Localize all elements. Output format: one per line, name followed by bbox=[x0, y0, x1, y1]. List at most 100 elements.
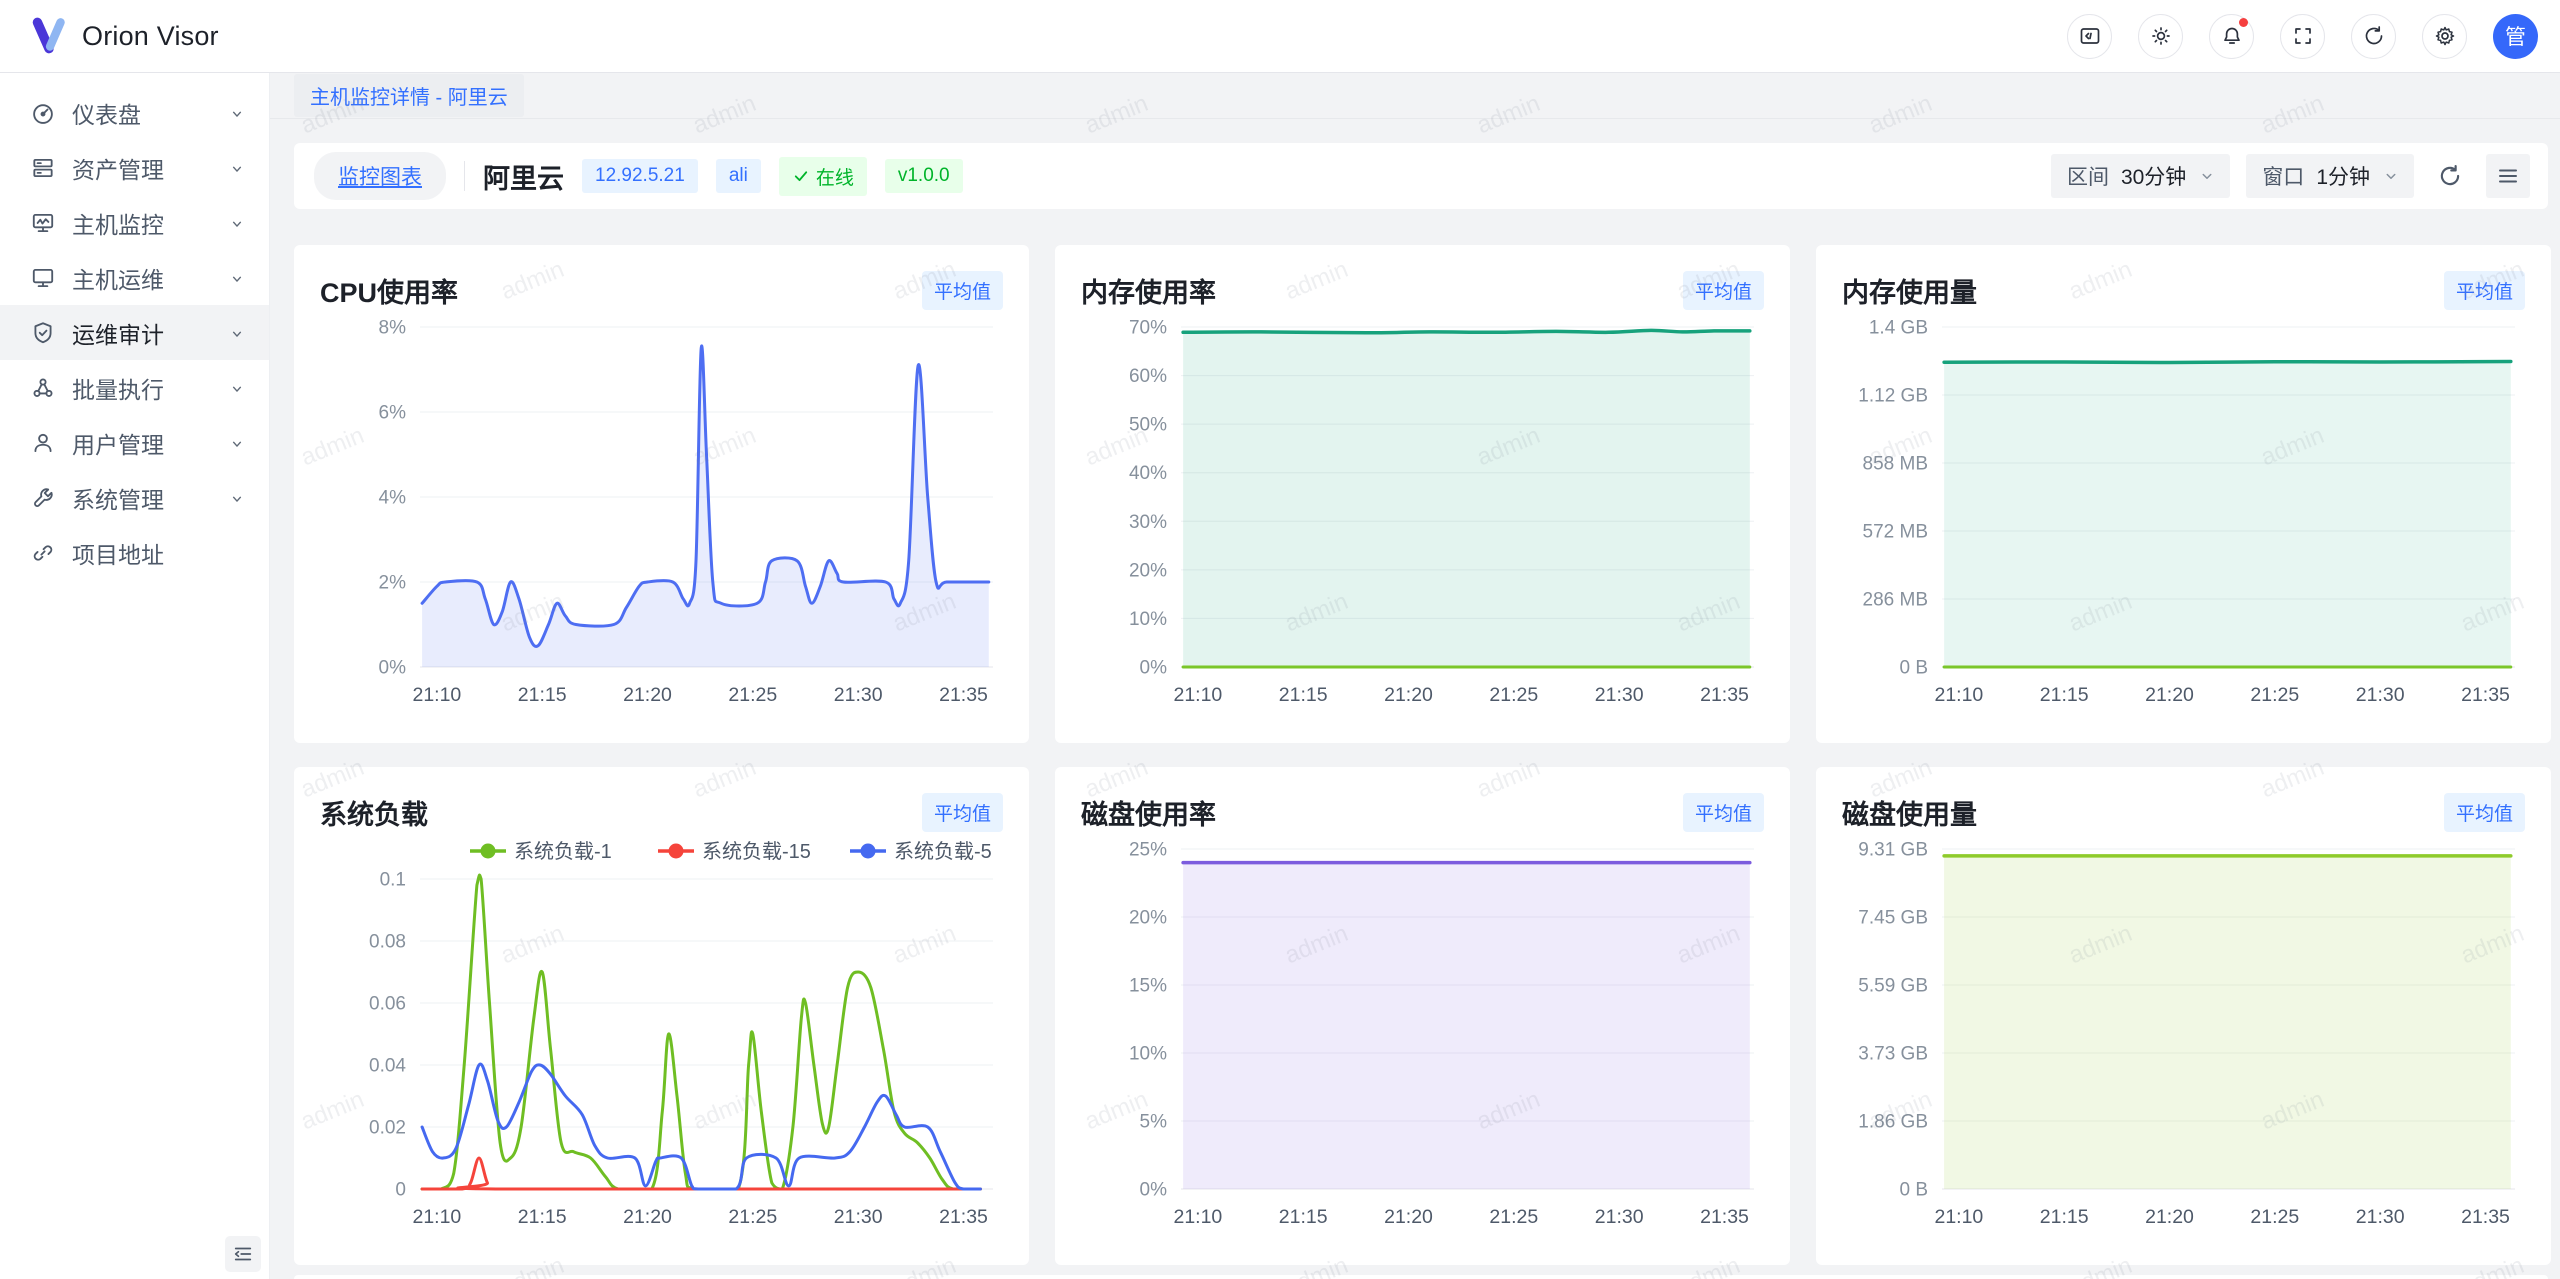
logo-icon bbox=[28, 15, 70, 57]
y-tick-label: 0.06 bbox=[369, 994, 406, 1015]
x-tick-label: 21:20 bbox=[2145, 684, 2194, 706]
sidebar-item-assets[interactable]: 资产管理 bbox=[0, 140, 269, 195]
legend-item[interactable]: 系统负载-15 bbox=[658, 840, 811, 863]
y-tick-label: 20% bbox=[1129, 560, 1167, 581]
y-tick-label: 20% bbox=[1129, 908, 1167, 929]
x-tick-label: 21:10 bbox=[1934, 1206, 1983, 1228]
window-select-value: 1分钟 bbox=[2316, 161, 2370, 191]
x-tick-label: 21:15 bbox=[518, 1206, 567, 1228]
aggregation-badge: 平均值 bbox=[1683, 271, 1764, 310]
theme-button[interactable] bbox=[2138, 14, 2183, 59]
refresh-button[interactable] bbox=[2351, 14, 2396, 59]
sidebar-item-label: 批量执行 bbox=[72, 371, 227, 405]
host-monitor-icon bbox=[30, 210, 56, 236]
y-tick-label: 15% bbox=[1129, 976, 1167, 997]
chart-card-header: 系统负载 平均值 bbox=[320, 789, 1003, 835]
x-tick-label: 21:30 bbox=[2356, 1206, 2405, 1228]
x-tick-label: 21:25 bbox=[2250, 1206, 2299, 1228]
chart-canvas[interactable]: 8%6%4%2%0%21:1021:1521:2021:2521:3021:35 bbox=[320, 313, 1003, 713]
x-tick-label: 21:35 bbox=[1700, 1206, 1749, 1228]
batch-icon bbox=[30, 375, 56, 401]
fullscreen-button[interactable] bbox=[2280, 14, 2325, 59]
dashboard-icon bbox=[30, 100, 56, 126]
chart-canvas[interactable]: 0.10.080.060.040.02021:1021:1521:2021:25… bbox=[320, 835, 1003, 1235]
legend-item[interactable]: 系统负载-5 bbox=[850, 840, 992, 863]
x-tick-label: 21:10 bbox=[1173, 1206, 1222, 1228]
sidebar-item-system[interactable]: 系统管理 bbox=[0, 470, 269, 525]
breadcrumb[interactable]: 主机监控详情 - 阿里云 bbox=[294, 74, 524, 117]
chevron-down-icon bbox=[227, 159, 247, 179]
chart-canvas[interactable]: 70%60%50%40%30%20%10%0%21:1021:1521:2021… bbox=[1081, 313, 1764, 713]
user-avatar[interactable]: 管 bbox=[2493, 14, 2538, 59]
chart-layout-button[interactable] bbox=[2486, 154, 2530, 198]
chart-title: 磁盘使用率 bbox=[1081, 793, 1216, 832]
sidebar-item-label: 用户管理 bbox=[72, 426, 227, 460]
sidebar-item-users[interactable]: 用户管理 bbox=[0, 415, 269, 470]
y-tick-label: 858 MB bbox=[1863, 454, 1928, 475]
sidebar-item-batch[interactable]: 批量执行 bbox=[0, 360, 269, 415]
y-tick-label: 70% bbox=[1129, 318, 1167, 339]
y-tick-label: 0.1 bbox=[380, 870, 406, 891]
host-version-badge: v1.0.0 bbox=[885, 159, 963, 193]
chart-canvas[interactable]: 9.31 GB7.45 GB5.59 GB3.73 GB1.86 GB0 B21… bbox=[1842, 835, 2525, 1235]
host-name: 阿里云 bbox=[483, 157, 564, 196]
sidebar-item-label: 仪表盘 bbox=[72, 96, 227, 130]
y-tick-label: 25% bbox=[1129, 840, 1167, 861]
sidebar-item-host-ops[interactable]: 主机运维 bbox=[0, 250, 269, 305]
chevron-down-icon bbox=[227, 433, 247, 453]
sidebar-item-dashboard[interactable]: 仪表盘 bbox=[0, 85, 269, 140]
chart-line bbox=[1944, 362, 2511, 363]
notifications-icon bbox=[2220, 24, 2244, 48]
range-select[interactable]: 区间 30分钟 bbox=[2051, 154, 2230, 198]
chart-title: 内存使用率 bbox=[1081, 271, 1216, 310]
users-icon bbox=[30, 430, 56, 456]
range-select-value: 30分钟 bbox=[2121, 161, 2186, 191]
dashboard-icon bbox=[30, 100, 56, 126]
app-root: Orion Visor 管 仪表盘资产管理主机监控主机运维运维审计批量执行用户管… bbox=[0, 0, 2560, 1279]
app-header: Orion Visor 管 bbox=[0, 0, 2560, 73]
x-tick-label: 21:25 bbox=[728, 684, 777, 706]
sidebar-item-link[interactable]: 项目地址 bbox=[0, 525, 269, 580]
x-tick-label: 21:10 bbox=[412, 684, 461, 706]
chart-title: 内存使用量 bbox=[1842, 271, 1977, 310]
sidebar: 仪表盘资产管理主机监控主机运维运维审计批量执行用户管理系统管理项目地址 bbox=[0, 73, 270, 1279]
chart-card-header: 磁盘使用量 平均值 bbox=[1842, 789, 2525, 835]
chevron-down-icon bbox=[227, 488, 247, 508]
settings-button[interactable] bbox=[2422, 14, 2467, 59]
y-tick-label: 572 MB bbox=[1863, 522, 1928, 543]
chart-card-0: CPU使用率 平均值 8%6%4%2%0%21:1021:1521:2021:2… bbox=[294, 245, 1029, 743]
sidebar-item-host-monitor[interactable]: 主机监控 bbox=[0, 195, 269, 250]
aggregation-badge: 平均值 bbox=[2444, 271, 2525, 310]
chevron-down-icon bbox=[227, 269, 247, 289]
tab-monitor-charts[interactable]: 监控图表 bbox=[314, 152, 446, 200]
y-tick-label: 1.4 GB bbox=[1869, 318, 1928, 339]
chart-canvas[interactable]: 25%20%15%10%5%0%21:1021:1521:2021:2521:3… bbox=[1081, 835, 1764, 1235]
window-select[interactable]: 窗口 1分钟 bbox=[2246, 154, 2414, 198]
refresh-charts-button[interactable] bbox=[2430, 156, 2470, 196]
legend-item[interactable]: 系统负载-1 bbox=[470, 840, 612, 863]
chevron-down-icon bbox=[227, 434, 247, 454]
y-tick-label: 0.04 bbox=[369, 1056, 406, 1077]
audit-icon bbox=[30, 320, 56, 346]
chart-card-5: 磁盘使用量 平均值 9.31 GB7.45 GB5.59 GB3.73 GB1.… bbox=[1816, 767, 2551, 1265]
sidebar-item-label: 主机监控 bbox=[72, 206, 227, 240]
chart-title: 系统负载 bbox=[320, 793, 428, 832]
chevron-down-icon bbox=[227, 158, 247, 178]
sidebar-item-audit[interactable]: 运维审计 bbox=[0, 305, 269, 360]
window-select-label: 窗口 bbox=[2262, 161, 2304, 191]
chart-area bbox=[1183, 863, 1750, 1189]
x-tick-label: 21:25 bbox=[2250, 684, 2299, 706]
sidebar-collapse-button[interactable] bbox=[225, 1236, 261, 1272]
notifications-button[interactable] bbox=[2209, 14, 2254, 59]
chart-card-4: 磁盘使用率 平均值 25%20%15%10%5%0%21:1021:1521:2… bbox=[1055, 767, 1790, 1265]
sidebar-item-label: 系统管理 bbox=[72, 481, 227, 515]
menu-fold-icon bbox=[232, 1243, 254, 1265]
code-button[interactable] bbox=[2067, 14, 2112, 59]
y-tick-label: 6% bbox=[379, 403, 407, 424]
chart-area bbox=[1944, 362, 2511, 668]
chart-canvas[interactable]: 1.4 GB1.12 GB858 MB572 MB286 MB0 B21:102… bbox=[1842, 313, 2525, 713]
next-row-card-stub bbox=[294, 1275, 2548, 1279]
host-ops-icon bbox=[30, 265, 56, 291]
logo[interactable]: Orion Visor bbox=[28, 15, 219, 57]
chart-card-header: 内存使用率 平均值 bbox=[1081, 267, 1764, 313]
